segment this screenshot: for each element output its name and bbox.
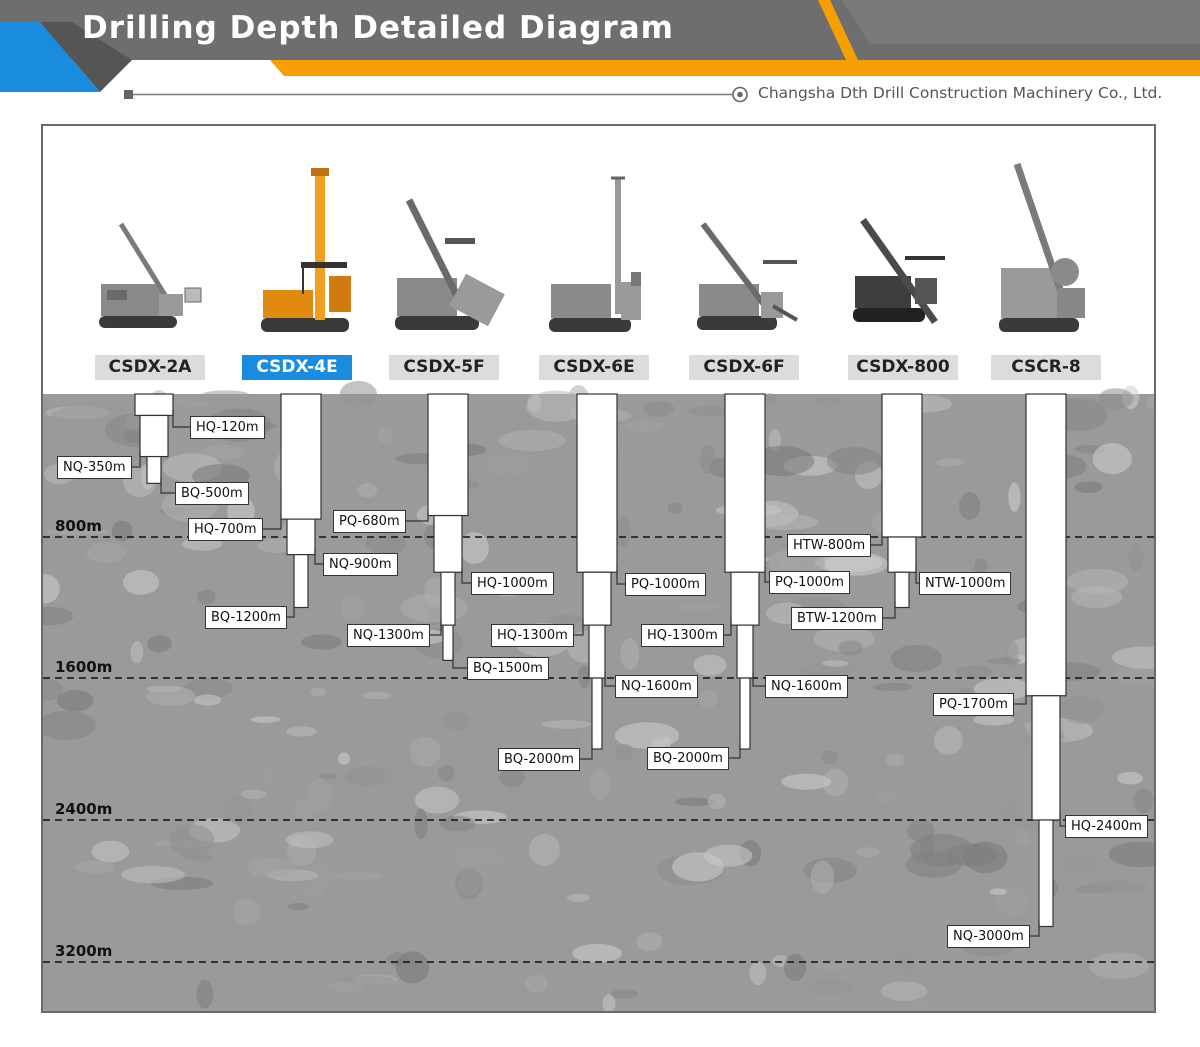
drill-stage-hq bbox=[582, 571, 612, 626]
capacity-label: NTW-1000m bbox=[919, 572, 1012, 595]
leader-line bbox=[616, 566, 625, 585]
drill-stage-bq bbox=[293, 554, 309, 609]
drill-stage-pq bbox=[427, 393, 469, 517]
capacity-label: BQ-500m bbox=[175, 482, 249, 505]
drill-stage-nq bbox=[286, 518, 316, 556]
capacity-label: PQ-1000m bbox=[769, 571, 850, 594]
capacity-label: PQ-1000m bbox=[625, 573, 706, 596]
capacity-label: NQ-350m bbox=[57, 456, 132, 479]
drill-stage-nq bbox=[139, 414, 169, 458]
depth-label: 2400m bbox=[55, 800, 113, 818]
capacity-label: HQ-2400m bbox=[1065, 815, 1148, 838]
leader-line bbox=[461, 566, 471, 584]
drill-stage-pq bbox=[1025, 393, 1067, 697]
capacity-label: NQ-900m bbox=[323, 553, 398, 576]
drill-stage-ntw bbox=[887, 536, 917, 573]
capacity-label: HTW-800m bbox=[787, 534, 872, 557]
diagram-frame: CSDX-2A CSDX-4E CSDX-5F CSDX-6E CSDX-6F … bbox=[41, 124, 1156, 1013]
drill-stage-nq bbox=[440, 571, 456, 626]
depth-label: 800m bbox=[55, 517, 102, 535]
drill-stage-htw bbox=[881, 393, 923, 538]
company-name: Changsha Dth Drill Construction Machiner… bbox=[758, 84, 1163, 102]
leader-line bbox=[160, 477, 175, 494]
capacity-label: PQ-1700m bbox=[933, 693, 1014, 716]
drill-stage-bq bbox=[591, 677, 603, 750]
capacity-label: BQ-2000m bbox=[498, 748, 580, 771]
header-light-panel bbox=[842, 0, 1200, 44]
capacity-label: HQ-700m bbox=[188, 518, 263, 541]
company-line-marker bbox=[124, 90, 133, 99]
leader-line bbox=[604, 672, 615, 687]
capacity-label: NQ-1300m bbox=[347, 624, 430, 647]
drill-stage-bq bbox=[146, 455, 162, 484]
leader-line bbox=[172, 409, 190, 428]
capacity-label: HQ-1300m bbox=[491, 624, 574, 647]
drill-stage-hq bbox=[730, 571, 760, 626]
capacity-label: BTW-1200m bbox=[791, 607, 883, 630]
drill-stage-hq bbox=[1031, 695, 1061, 821]
drill-stage-hq bbox=[433, 514, 463, 573]
depth-label: 3200m bbox=[55, 942, 113, 960]
capacity-label: NQ-3000m bbox=[947, 925, 1030, 948]
capacity-label: BQ-2000m bbox=[647, 747, 729, 770]
capacity-label: BQ-1200m bbox=[205, 606, 287, 629]
capacity-label: PQ-680m bbox=[333, 510, 406, 533]
drill-stage-hq bbox=[134, 393, 174, 417]
drill-stage-nq bbox=[1038, 819, 1054, 928]
drill-stage-btw bbox=[894, 571, 910, 609]
drill-stage-nq bbox=[588, 624, 606, 679]
leader-line bbox=[752, 672, 765, 687]
capacity-label: HQ-1000m bbox=[471, 572, 554, 595]
drill-stage-nq bbox=[736, 624, 754, 679]
capacity-label: HQ-1300m bbox=[641, 624, 724, 647]
page-title: Drilling Depth Detailed Diagram bbox=[82, 10, 674, 46]
capacity-label: NQ-1600m bbox=[765, 675, 848, 698]
header-orange-strip bbox=[270, 60, 1200, 76]
drill-stage-bq bbox=[442, 624, 454, 661]
depth-diagram bbox=[43, 380, 1154, 1011]
drill-stage-pq bbox=[576, 393, 618, 573]
drill-stage-hq bbox=[280, 393, 322, 520]
depth-label: 1600m bbox=[55, 658, 113, 676]
capacity-label: HQ-120m bbox=[190, 416, 265, 439]
capacity-label: NQ-1600m bbox=[615, 675, 698, 698]
capacity-label: BQ-1500m bbox=[467, 657, 549, 680]
drill-stage-pq bbox=[724, 393, 766, 573]
drill-stage-bq bbox=[739, 677, 751, 750]
leader-line bbox=[452, 654, 467, 669]
